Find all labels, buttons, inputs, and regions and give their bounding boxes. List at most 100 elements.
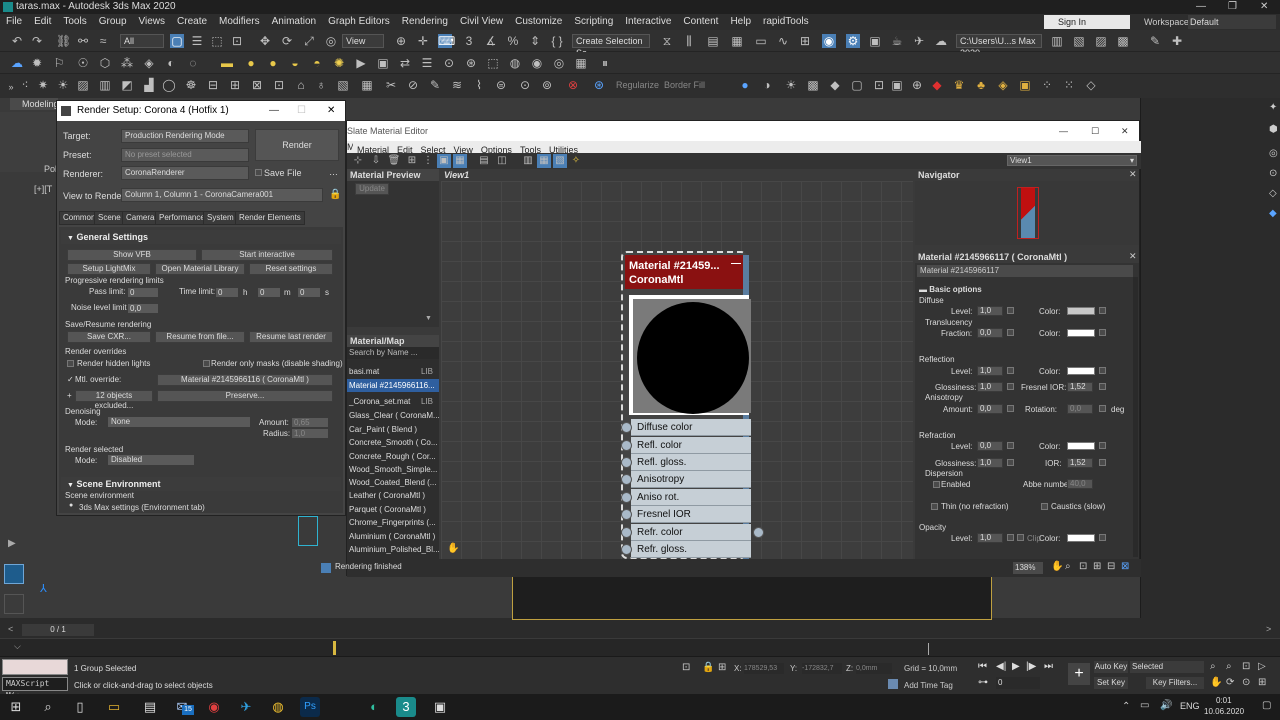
browser-item[interactable]: Leather ( CoronaMtl ) [347,489,439,502]
menu-graph-editors[interactable]: Graph Editors [322,14,396,30]
socket-icon[interactable] [621,474,632,485]
volume-icon[interactable]: 🔊 [1160,700,1172,711]
corona-render-icon[interactable]: ◉ [530,56,544,70]
material-name-field[interactable]: Material #2145966117 [917,265,1133,277]
anisotropy-rotation-map-button[interactable] [1099,405,1106,412]
maximize-viewport-icon[interactable]: ⊞ [1258,677,1266,688]
socket-icon[interactable] [621,440,632,451]
refraction-level-spinner[interactable]: 0,0 [977,441,1003,451]
language-indicator[interactable]: ENG [1180,701,1200,711]
me-parameter-editor-icon[interactable]: ▧ [553,154,567,168]
refraction-color-map-button[interactable] [1099,442,1106,449]
rotate-icon[interactable]: ⟳ [280,34,294,48]
viewport-layout2-icon[interactable] [4,594,24,614]
slot-diffuse-color[interactable]: Diffuse color [631,419,751,436]
link-icon[interactable]: ⛓ [56,34,71,48]
fresnel-ior-spinner[interactable]: 1,52 [1067,382,1093,392]
extrude-icon[interactable]: ⌂ [294,78,308,92]
tray-chevron-icon[interactable]: ⌃ [1122,701,1130,712]
zoom-dropdown[interactable]: 138% [1013,562,1043,574]
diffuse-level-map-button[interactable] [1007,307,1014,314]
scene-environment-rollout[interactable]: ▼ Scene Environment [61,477,341,491]
undo-icon[interactable]: ↶ [10,34,24,48]
key-marker[interactable] [333,641,336,655]
workspaces-dropdown[interactable]: Default [1188,15,1276,29]
corona-decal-icon[interactable]: ◈ [142,56,156,70]
translucency-fraction-map-button[interactable] [1007,329,1014,336]
delete-isolated-icon[interactable]: ⊗ [566,78,580,92]
material-node[interactable]: Material #21459... CoronaMtl — Diffuse c… [621,251,764,559]
viewport-object[interactable] [298,516,318,546]
fov-icon[interactable]: ▷ [1258,661,1266,672]
node-collapse-icon[interactable]: — [731,257,741,271]
refraction-glossiness-map-button[interactable] [1007,459,1014,466]
menu-views[interactable]: Views [133,14,172,30]
lock-view-icon[interactable]: 🔒 [329,189,341,200]
time-hours-spinner[interactable]: 0 [215,287,239,298]
reset-settings-button[interactable]: Reset settings [249,263,333,275]
x-coordinate-field[interactable]: 178529,53 [744,663,784,674]
reflection-color-swatch[interactable] [1067,367,1095,375]
maximize-icon[interactable]: ❐ [1228,0,1237,14]
checker-icon[interactable]: ▩ [806,78,820,92]
corona-taskbar-icon[interactable]: ▣ [430,697,450,717]
spinner-snap-icon[interactable]: ⇕ [528,34,542,48]
fabric-gold-icon[interactable]: ◈ [996,78,1010,92]
me-pick-icon[interactable]: ⊹ [351,154,365,168]
socket-icon[interactable] [621,422,632,433]
search-icon[interactable]: ⌕ [38,697,58,717]
browser-item[interactable]: Chrome_Fingerprints (... [347,516,439,529]
corona-vfb-icon[interactable]: ▣ [376,56,390,70]
photoshop-icon[interactable]: Ps [300,697,320,717]
render-hidden-lights-checkbox[interactable] [67,360,74,367]
bind-space-warp-icon[interactable]: ≈ [96,34,110,48]
named-selection-dropdown[interactable]: Create Selection Se [572,34,650,58]
open-material-library-button[interactable]: Open Material Library [155,263,245,275]
snaps-toggle-icon[interactable]: 3 [462,34,476,48]
view-align-icon[interactable]: ⊙ [518,78,532,92]
scale-icon[interactable]: ⤢ [302,34,316,48]
play-icon[interactable]: ▶ [1012,661,1020,672]
me-minimize-icon[interactable]: — [1059,121,1068,141]
zoom-selected-icon[interactable]: ⊠ [1121,561,1129,572]
corona-volume-icon[interactable]: ◌ [186,56,200,70]
bridge-icon[interactable]: ⊡ [272,78,286,92]
menu-help[interactable]: Help [724,14,757,30]
cmd-display-icon[interactable]: ◇ [1269,188,1277,199]
menu-civil-view[interactable]: Civil View [454,14,509,30]
grid-align-icon[interactable]: ⊚ [540,78,554,92]
border-fill-label[interactable]: Border Fill [664,80,705,90]
me-layout-children-icon[interactable]: ◫ [495,154,509,168]
anisotropy-amount-spinner[interactable]: 0,0 [977,404,1003,414]
clock-time[interactable]: 0:01 [1216,696,1232,705]
selection-lock-icon[interactable]: 🔒 [702,662,714,673]
rs-minimize-icon[interactable]: — [269,101,279,121]
angle-snap-icon[interactable]: ∡ [484,34,498,48]
maxscript-listener-field[interactable] [2,659,68,675]
file-explorer-icon[interactable]: ▭ [104,697,124,717]
save-cxr-button[interactable]: Save CXR... [67,331,151,343]
basic-options-rollout[interactable]: ▬ Basic options [919,285,982,294]
browser-item[interactable]: Glass_Clear ( CoronaM... [347,409,439,422]
time-next-icon[interactable]: > [1266,624,1271,634]
edge-icon[interactable]: ◐ [364,697,384,717]
archive-icon[interactable]: ▩ [1116,34,1130,48]
material-node-header[interactable]: Material #21459... CoronaMtl — [625,255,743,289]
keyboard-shortcut-override-icon[interactable]: ⌨ [438,34,455,48]
project-folder-dropdown[interactable]: C:\Users\U...s Max 2020 [956,34,1042,58]
render-setup-icon[interactable]: ⚙ [846,34,860,48]
refraction-level-map-button[interactable] [1007,442,1014,449]
thin-checkbox[interactable] [931,503,938,510]
me-assign-icon[interactable]: ⇩ [369,154,383,168]
pin-icon[interactable]: ✚ [1170,34,1184,48]
me-layout-icon[interactable]: ▤ [477,154,491,168]
radius-spinner[interactable]: 1,0 [291,428,329,439]
layer-explorer-icon[interactable]: ▦ [730,34,744,48]
rect-tool-icon[interactable]: ▢ [850,78,864,92]
me-library-icon[interactable]: ▥ [521,154,535,168]
resume-from-file-button[interactable]: Resume from file... [155,331,245,343]
navigator-viewport-frame[interactable] [1017,187,1039,239]
view-selector-dropdown[interactable]: View1 ▾ [1007,155,1137,166]
close-icon[interactable]: ✕ [1260,0,1268,14]
browser-item[interactable]: Aluminium ( CoronaMtl ) [347,530,439,543]
